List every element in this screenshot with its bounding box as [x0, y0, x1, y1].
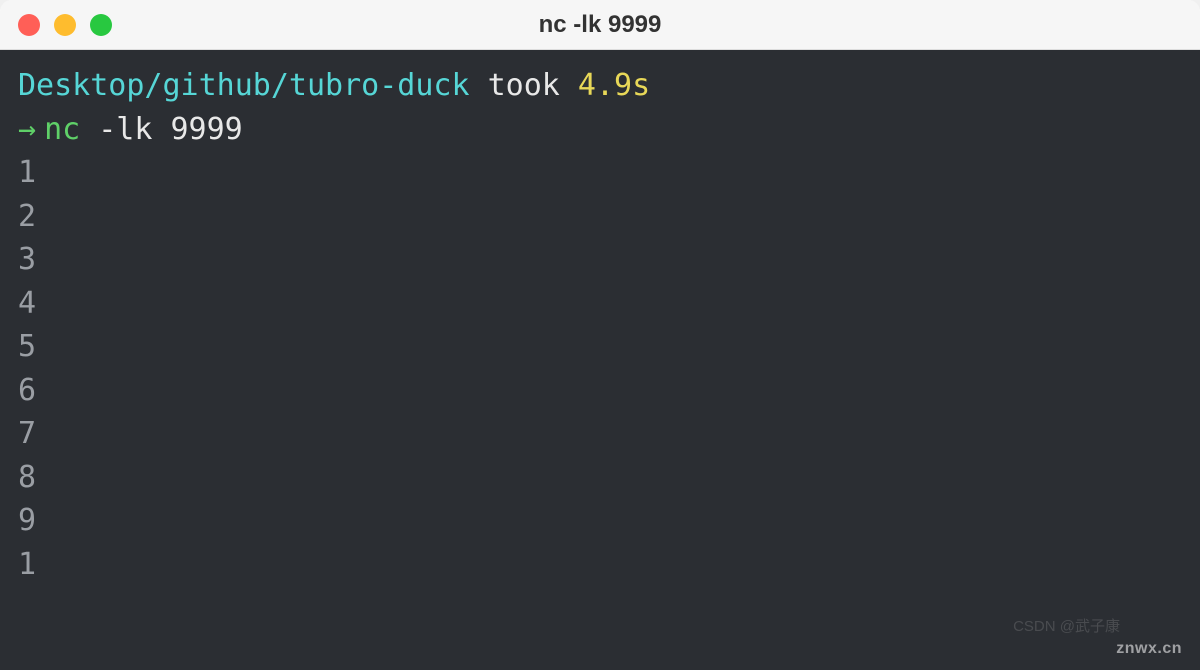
output-line: 7 [18, 412, 1182, 456]
output-line: 1 [18, 151, 1182, 195]
prompt-path: Desktop/github/tubro-duck [18, 64, 470, 108]
command-args: -lk 9999 [98, 108, 243, 152]
output-line: 1 [18, 543, 1182, 587]
output-line: 9 [18, 499, 1182, 543]
output-line: 5 [18, 325, 1182, 369]
traffic-lights [18, 14, 112, 36]
output-line: 4 [18, 282, 1182, 326]
prompt-duration: 4.9s [578, 64, 650, 108]
prompt-arrow-icon: → [18, 108, 36, 152]
zoom-button[interactable] [90, 14, 112, 36]
titlebar: nc -lk 9999 [0, 0, 1200, 50]
terminal-window: nc -lk 9999 Desktop/github/tubro-duck to… [0, 0, 1200, 670]
prompt-took-word: took [488, 64, 560, 108]
watermark: znwx.cn [1116, 637, 1182, 660]
output-line: 3 [18, 238, 1182, 282]
watermark-secondary: CSDN @武子康 [1013, 616, 1120, 638]
terminal-body[interactable]: Desktop/github/tubro-duck took 4.9s → nc… [0, 50, 1200, 670]
output-line: 6 [18, 369, 1182, 413]
output-line: 8 [18, 456, 1182, 500]
close-button[interactable] [18, 14, 40, 36]
output-line: 2 [18, 195, 1182, 239]
prompt-path-line: Desktop/github/tubro-duck took 4.9s [18, 64, 1182, 108]
window-title: nc -lk 9999 [539, 11, 662, 39]
minimize-button[interactable] [54, 14, 76, 36]
prompt-command-line: → nc -lk 9999 [18, 108, 1182, 152]
command-name: nc [44, 108, 80, 152]
